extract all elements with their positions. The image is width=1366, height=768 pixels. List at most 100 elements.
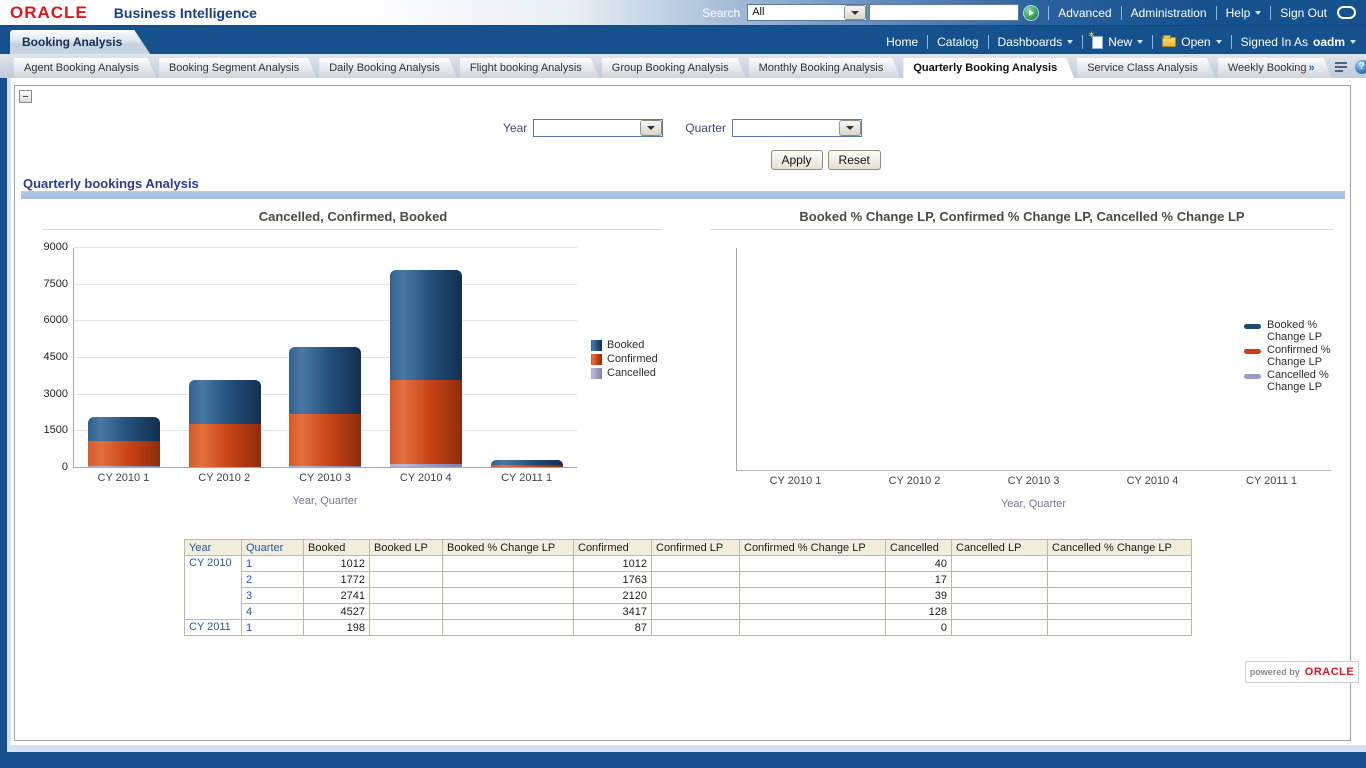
bar-segment-booked-cy-2010-3[interactable] xyxy=(289,347,361,414)
dashboard-panel: Year Quarter Apply Reset Quarterly boo xyxy=(14,85,1351,741)
reset-button[interactable]: Reset xyxy=(828,150,881,170)
help-icon[interactable] xyxy=(1355,60,1366,74)
subtab-quarterly-booking-analysis[interactable]: Quarterly Booking Analysis xyxy=(903,58,1074,78)
column-header-confirmed-lp[interactable]: Confirmed LP xyxy=(652,540,740,556)
help-menu[interactable]: Help xyxy=(1226,6,1262,20)
star-icon: ✶ xyxy=(1087,31,1095,41)
quarter-link[interactable]: 2 xyxy=(246,574,252,586)
subtab-booking-segment-analysis[interactable]: Booking Segment Analysis xyxy=(159,58,316,78)
bar-segment-booked-cy-2010-4[interactable] xyxy=(390,270,462,381)
new-menu[interactable]: ✶New xyxy=(1092,35,1143,49)
value-cell: 3417 xyxy=(574,604,652,620)
quarter-link[interactable]: 3 xyxy=(246,590,252,602)
sign-out-link[interactable]: Sign Out xyxy=(1280,6,1327,20)
year-select[interactable] xyxy=(533,119,663,137)
catalog-link[interactable]: Catalog xyxy=(937,35,978,49)
apply-button[interactable]: Apply xyxy=(771,150,823,170)
subtab-monthly-booking-analysis[interactable]: Monthly Booking Analysis xyxy=(749,58,901,78)
search-scope-select[interactable]: All xyxy=(747,4,867,21)
quarter-select[interactable] xyxy=(732,119,862,137)
value-cell xyxy=(952,556,1048,572)
x-axis-title: Year, Quarter xyxy=(736,498,1331,510)
dashboards-menu[interactable]: Dashboards xyxy=(998,35,1074,49)
quarter-link[interactable]: 1 xyxy=(246,622,252,634)
stacked-bar-cy-2010-3[interactable] xyxy=(289,347,361,467)
column-header-cancelled-lp[interactable]: Cancelled LP xyxy=(952,540,1048,556)
powered-by-label: powered by xyxy=(1250,667,1300,677)
search-go-button[interactable] xyxy=(1023,5,1039,21)
subtab-label: Flight booking Analysis xyxy=(470,62,582,74)
year-link[interactable]: CY 2011 xyxy=(189,621,231,633)
value-cell: 87 xyxy=(574,620,652,636)
dropdown-arrow-icon[interactable] xyxy=(839,120,861,136)
bar-segment-cancelled-cy-2010-1[interactable] xyxy=(88,466,160,467)
quarter-filter-label: Quarter xyxy=(685,121,726,135)
x-axis-title: Year, Quarter xyxy=(73,495,577,507)
value-cell xyxy=(443,588,574,604)
bar-segment-cancelled-cy-2010-4[interactable] xyxy=(390,464,462,467)
dropdown-arrow-icon[interactable] xyxy=(640,120,662,136)
year-select-value xyxy=(534,120,640,136)
x-axis-labels: CY 2010 1CY 2010 2CY 2010 3CY 2010 4CY 2… xyxy=(73,472,577,484)
collapse-section-button[interactable] xyxy=(19,90,32,103)
value-cell xyxy=(1048,588,1192,604)
value-cell: 128 xyxy=(886,604,952,620)
help-label: Help xyxy=(1226,6,1251,20)
column-header-cancelled[interactable]: Cancelled xyxy=(886,540,952,556)
open-folder-icon xyxy=(1162,37,1176,47)
quarter-link[interactable]: 1 xyxy=(246,558,252,570)
stacked-bar-cy-2010-1[interactable] xyxy=(88,417,160,467)
oracle-o-icon xyxy=(1337,6,1356,19)
column-header-quarter[interactable]: Quarter xyxy=(242,540,304,556)
column-header-cancelled-change-lp[interactable]: Cancelled % Change LP xyxy=(1048,540,1192,556)
subtab-weekly-booking[interactable]: Weekly Booking» xyxy=(1218,58,1332,78)
advanced-link[interactable]: Advanced xyxy=(1058,6,1111,20)
page-options-icon[interactable] xyxy=(1335,62,1348,73)
subtab-daily-booking-analysis[interactable]: Daily Booking Analysis xyxy=(319,58,457,78)
tab-booking-analysis[interactable]: Booking Analysis xyxy=(10,30,150,54)
column-header-booked[interactable]: Booked xyxy=(304,540,370,556)
bar-segment-confirmed-cy-2010-3[interactable] xyxy=(289,414,361,466)
administration-link[interactable]: Administration xyxy=(1131,6,1207,20)
home-link[interactable]: Home xyxy=(886,35,918,49)
y-axis-tick-label: 3000 xyxy=(32,388,68,400)
column-header-booked-change-lp[interactable]: Booked % Change LP xyxy=(443,540,574,556)
year-link[interactable]: CY 2010 xyxy=(189,557,232,569)
stacked-bar-cy-2010-2[interactable] xyxy=(189,380,261,467)
value-cell xyxy=(952,604,1048,620)
quarter-cell: 2 xyxy=(242,572,304,588)
column-header-year[interactable]: Year xyxy=(185,540,242,556)
bar-segment-confirmed-cy-2011-1[interactable] xyxy=(491,465,563,467)
open-menu[interactable]: Open xyxy=(1162,35,1221,49)
subtab-agent-booking-analysis[interactable]: Agent Booking Analysis xyxy=(14,58,156,78)
value-cell xyxy=(652,556,740,572)
stacked-bar-cy-2011-1[interactable] xyxy=(491,460,563,467)
bar-segment-confirmed-cy-2010-1[interactable] xyxy=(88,441,160,466)
bar-segment-confirmed-cy-2010-4[interactable] xyxy=(390,380,462,464)
subtab-label: Group Booking Analysis xyxy=(612,62,729,74)
x-axis-label-cy-2011-1: CY 2011 1 xyxy=(1212,475,1331,487)
signed-in-menu[interactable]: Signed In Asoadm xyxy=(1241,35,1356,49)
bar-segment-booked-cy-2010-1[interactable] xyxy=(88,417,160,442)
value-cell xyxy=(1048,572,1192,588)
value-cell: 17 xyxy=(886,572,952,588)
bar-segment-cancelled-cy-2010-3[interactable] xyxy=(289,466,361,467)
subtab-flight-booking-analysis[interactable]: Flight booking Analysis xyxy=(460,58,599,78)
value-cell xyxy=(370,556,443,572)
column-header-booked-lp[interactable]: Booked LP xyxy=(370,540,443,556)
bar-slot-cy-2010-2 xyxy=(175,248,276,467)
subtab-group-booking-analysis[interactable]: Group Booking Analysis xyxy=(602,58,746,78)
stacked-bar-cy-2010-4[interactable] xyxy=(390,270,462,467)
subtab-service-class-analysis[interactable]: Service Class Analysis xyxy=(1077,58,1215,78)
dropdown-arrow-icon[interactable] xyxy=(844,5,866,20)
column-header-confirmed[interactable]: Confirmed xyxy=(574,540,652,556)
bar-segment-confirmed-cy-2010-2[interactable] xyxy=(189,424,261,467)
bar-segment-booked-cy-2010-2[interactable] xyxy=(189,380,261,423)
stacked-bar-chart: Cancelled, Confirmed, Booked 01500300045… xyxy=(43,209,663,519)
search-input[interactable] xyxy=(869,4,1019,21)
subtab-label: Service Class Analysis xyxy=(1087,62,1198,74)
value-cell xyxy=(740,588,886,604)
column-header-confirmed-change-lp[interactable]: Confirmed % Change LP xyxy=(740,540,886,556)
left-chart-plot: 0150030004500600075009000 xyxy=(73,248,577,468)
quarter-link[interactable]: 4 xyxy=(246,606,252,618)
